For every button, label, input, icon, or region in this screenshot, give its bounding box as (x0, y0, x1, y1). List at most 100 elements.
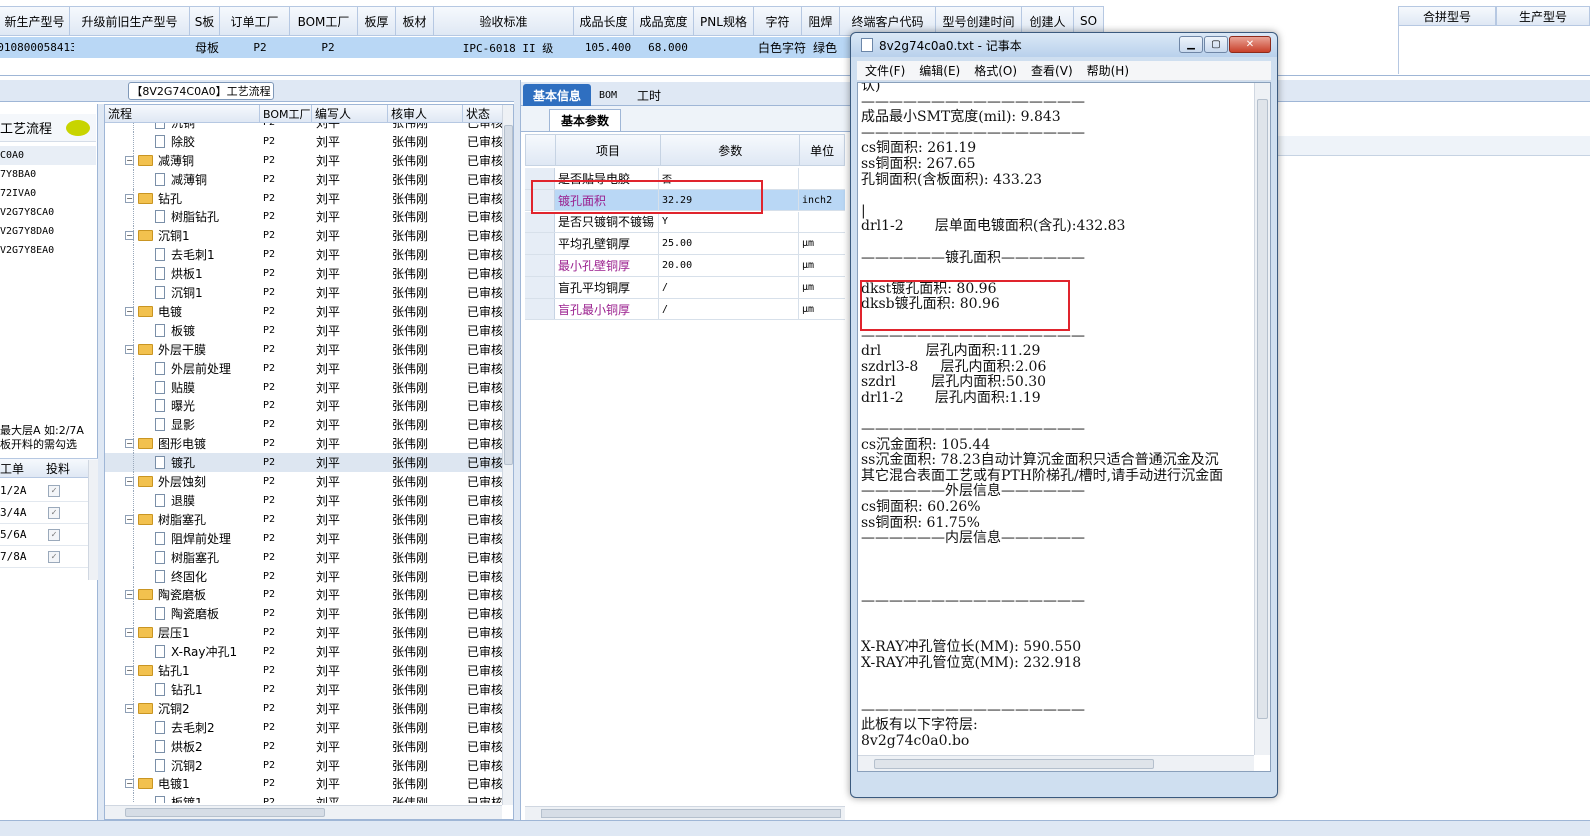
grid-col-header[interactable]: 成品长度 (574, 7, 634, 35)
tree-node[interactable]: − 外层干膜 (105, 339, 260, 359)
tree-node[interactable]: − 层压1 (105, 623, 260, 643)
grid-col-header[interactable]: 成品宽度 (634, 7, 694, 35)
param-value[interactable]: / (659, 298, 799, 320)
table-row[interactable]: − 沉铜1 P2 刘平 张伟刚 已审核 (105, 226, 505, 246)
tree-node[interactable]: 退膜 (105, 491, 260, 510)
grid-col-header[interactable]: 终端客户代码 (840, 7, 936, 35)
variant-item[interactable]: 7Y8BA0 (0, 165, 96, 184)
table-row[interactable]: − 钻孔1 P2 刘平 张伟刚 已审核 (105, 661, 505, 680)
table-row[interactable]: 烘板1 P2 刘平 张伟刚 已审核 (105, 264, 505, 284)
tree-node[interactable]: − 减薄铜 (105, 150, 260, 170)
tree-col-bom[interactable]: BOM工厂 (260, 105, 312, 122)
notepad-menu-item[interactable]: 编辑(E) (919, 62, 960, 79)
param-hscroll-thumb[interactable] (541, 809, 841, 818)
notepad-vscroll-thumb[interactable] (1257, 99, 1268, 719)
tree-node[interactable]: 沉铜2 (105, 755, 260, 775)
notepad-titlebar[interactable]: 8v2g74c0a0.txt - 记事本 ▁ ▢ ✕ (851, 33, 1277, 57)
variant-item[interactable]: C0A0 (0, 146, 96, 165)
table-row[interactable]: − 电镀1 P2 刘平 张伟刚 已审核 (105, 774, 505, 794)
tree-node[interactable]: 外层前处理 (105, 358, 260, 378)
table-row[interactable]: − 外层干膜 P2 刘平 张伟刚 已审核 (105, 339, 505, 359)
notepad-editor[interactable]: 认) ———————————————— 成品最小SMT宽度(mil): 9.84… (857, 82, 1271, 772)
param-row[interactable]: 最小孔壁铜厚 20.00 μm (525, 255, 845, 277)
tree-node[interactable]: 镀孔 (105, 453, 260, 473)
tree-node[interactable]: − 电镀1 (105, 774, 260, 794)
param-col-value[interactable]: 参数 (661, 135, 801, 165)
table-row[interactable]: 去毛刺1 P2 刘平 张伟刚 已审核 (105, 245, 505, 265)
close-button[interactable]: ✕ (1229, 36, 1271, 53)
maximize-button[interactable]: ▢ (1204, 36, 1228, 53)
tree-node[interactable]: − 沉铜2 (105, 698, 260, 718)
table-row[interactable]: 外层前处理 P2 刘平 张伟刚 已审核 (105, 358, 505, 378)
tab-work-hours[interactable]: 工时 (629, 84, 669, 106)
work-order-row[interactable]: 1/2A ✓ (0, 480, 88, 502)
notepad-hscroll[interactable] (858, 755, 1254, 771)
tree-col-process[interactable]: 流程 (105, 105, 260, 122)
tree-node[interactable]: 除胶 (105, 131, 260, 151)
param-value[interactable]: 25.00 (659, 233, 799, 254)
tree-node[interactable]: 陶瓷磨板 (105, 604, 260, 624)
grid-col-header[interactable]: 创建人 (1022, 7, 1074, 35)
table-row[interactable]: 终固化 P2 刘平 张伟刚 已审核 (105, 566, 505, 586)
notepad-hscroll-thumb[interactable] (874, 759, 1154, 769)
table-row[interactable]: 烘板2 P2 刘平 张伟刚 已审核 (105, 736, 505, 756)
table-row[interactable]: 贴膜 P2 刘平 张伟刚 已审核 (105, 377, 505, 397)
tree-node[interactable]: 板镀1 (105, 793, 260, 803)
tree-node[interactable]: − 图形电镀 (105, 434, 260, 454)
chat-bubble-icon[interactable] (66, 120, 90, 136)
tree-node[interactable]: − 陶瓷磨板 (105, 585, 260, 605)
tree-vscroll-thumb[interactable] (504, 125, 513, 465)
grid-col-header[interactable]: S板 (190, 7, 220, 35)
grid-col-header[interactable]: 板材 (396, 7, 434, 35)
table-row[interactable]: − 陶瓷磨板 P2 刘平 张伟刚 已审核 (105, 585, 505, 605)
work-order-row[interactable]: 3/4A ✓ (0, 502, 88, 524)
table-row[interactable]: − 沉铜2 P2 刘平 张伟刚 已审核 (105, 698, 505, 718)
tree-node[interactable]: − 沉铜1 (105, 226, 260, 246)
tab-basic-info[interactable]: 基本信息 (523, 84, 591, 106)
param-col-item[interactable]: 项目 (556, 135, 662, 165)
table-row[interactable]: − 外层蚀刻 P2 刘平 张伟刚 已审核 (105, 472, 505, 491)
production-model-header[interactable]: 生产型号 (1496, 6, 1590, 26)
tree-node[interactable]: 曝光 (105, 396, 260, 416)
notepad-menu-item[interactable]: 格式(O) (974, 62, 1017, 79)
param-row[interactable]: 盲孔平均铜厚 / μm (525, 277, 845, 299)
tree-node[interactable]: 去毛刺1 (105, 245, 260, 265)
table-row[interactable]: − 图形电镀 P2 刘平 张伟刚 已审核 (105, 434, 505, 454)
variant-item[interactable]: V2G7Y8DA0 (0, 222, 96, 241)
table-row[interactable]: 沉铜1 P2 刘平 张伟刚 已审核 (105, 283, 505, 302)
feed-checkbox[interactable]: ✓ (48, 550, 60, 563)
param-value[interactable]: Y (659, 211, 799, 233)
tree-node[interactable]: − 钻孔 (105, 188, 260, 208)
grid-col-header[interactable]: 新生产型号 (0, 7, 70, 35)
tree-node[interactable]: 贴膜 (105, 377, 260, 397)
tree-node[interactable]: 板镀 (105, 320, 260, 340)
param-row[interactable]: 平均孔壁铜厚 25.00 μm (525, 233, 845, 255)
param-value[interactable]: 20.00 (659, 255, 799, 276)
tree-hscroll-thumb[interactable] (125, 808, 325, 817)
tree-node[interactable]: 减薄铜 (105, 169, 260, 189)
table-row[interactable]: 减薄铜 P2 刘平 张伟刚 已审核 (105, 169, 505, 189)
param-value[interactable]: / (659, 277, 799, 298)
tree-node[interactable]: 树脂钻孔 (105, 207, 260, 227)
tree-node[interactable]: 钻孔1 (105, 680, 260, 699)
table-row[interactable]: 沉铜 P2刘平张伟刚已审核 (105, 123, 505, 132)
tree-col-status[interactable]: 状态 (463, 105, 503, 122)
grid-col-header[interactable]: 型号创建时间 (936, 7, 1022, 35)
grid-col-header[interactable]: 字符 (754, 7, 802, 35)
notepad-vscroll[interactable] (1254, 83, 1270, 755)
table-row[interactable]: 树脂塞孔 P2 刘平 张伟刚 已审核 (105, 547, 505, 567)
grid-col-header[interactable]: 升级前旧生产型号 (70, 7, 190, 35)
param-hscroll[interactable] (525, 806, 845, 820)
param-row[interactable]: 是否只镀铜不镀锡 Y (525, 211, 845, 234)
tree-node[interactable]: 烘板1 (105, 264, 260, 284)
table-row[interactable]: 板镀 P2 刘平 张伟刚 已审核 (105, 320, 505, 340)
tree-node[interactable]: 阻焊前处理 (105, 528, 260, 548)
table-row[interactable]: − 减薄铜 P2 刘平 张伟刚 已审核 (105, 150, 505, 170)
tree-vscroll[interactable] (502, 105, 513, 805)
variant-item[interactable]: V2G7Y8CA0 (0, 203, 96, 222)
tree-node[interactable]: − 树脂塞孔 (105, 509, 260, 529)
subtab-basic-params[interactable]: 基本参数 (549, 109, 621, 131)
table-row[interactable]: 陶瓷磨板 P2 刘平 张伟刚 已审核 (105, 604, 505, 624)
grid-col-header[interactable]: 验收标准 (434, 7, 574, 35)
variant-item[interactable]: V2G7Y8EA0 (0, 241, 96, 260)
